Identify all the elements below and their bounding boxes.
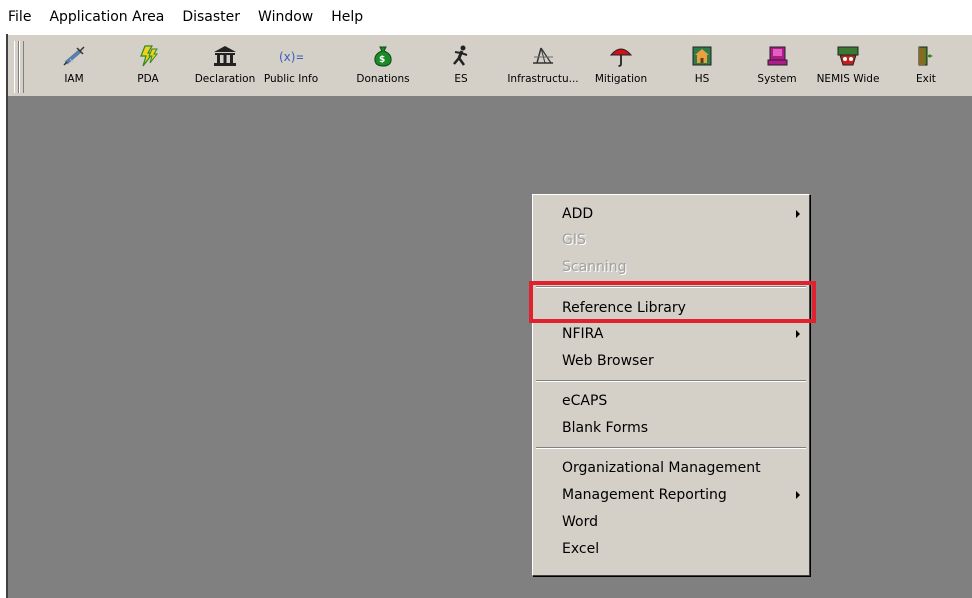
toolbar-button-system[interactable]: System <box>754 39 800 95</box>
toolbar-button-es[interactable]: ES <box>446 39 476 95</box>
menu-item-blank-forms[interactable]: Blank Forms <box>533 415 809 441</box>
toolbar-button-iam[interactable]: IAM <box>52 39 96 95</box>
toolbar-grip-secondary <box>19 41 24 93</box>
svg-text:$: $ <box>379 55 385 65</box>
toolbar-button-donations[interactable]: $ Donations <box>354 39 412 95</box>
menu-item-add[interactable]: ADD <box>533 201 809 227</box>
syringe-icon <box>63 46 85 66</box>
menu-item-label: Web Browser <box>562 353 654 369</box>
menu-item-scanning: Scanning <box>533 254 809 280</box>
toolbar-button-exit[interactable]: Exit <box>908 39 944 95</box>
toolbar-label-exit: Exit <box>916 73 936 85</box>
menu-file[interactable]: File <box>0 0 40 34</box>
svg-text:(x)=: (x)= <box>279 50 303 64</box>
menu-item-label: Management Reporting <box>562 487 727 503</box>
menu-item-nfira[interactable]: NFIRA <box>533 321 809 347</box>
menu-item-label: Blank Forms <box>562 420 649 436</box>
menu-disaster[interactable]: Disaster <box>173 0 249 34</box>
toolbar-button-mitigation[interactable]: Mitigation <box>590 39 652 95</box>
menu-item-gis: GIS <box>533 227 809 253</box>
submenu-arrow-icon <box>796 330 800 338</box>
formula-icon: (x)= <box>279 50 303 64</box>
toolbar-label-system: System <box>757 73 797 85</box>
submenu-arrow-icon <box>796 491 800 499</box>
menu-item-label: Scanning <box>562 259 627 275</box>
lightning-icon <box>140 45 159 67</box>
toolbar-label-nemis-wide: NEMIS Wide <box>816 73 880 85</box>
menu-item-word[interactable]: Word <box>533 509 809 535</box>
menu-item-label: GIS <box>562 232 586 248</box>
house-icon <box>692 46 712 66</box>
toolbar-label-donations: Donations <box>356 73 410 85</box>
menu-help[interactable]: Help <box>322 0 372 34</box>
menu-item-excel[interactable]: Excel <box>533 536 809 562</box>
toolbar-button-pda[interactable]: PDA <box>126 39 170 95</box>
toolbar: IAM PDA Declaration (x)= Public Info $ D… <box>8 34 972 98</box>
nemis-icon <box>837 46 859 66</box>
menu-item-label: eCAPS <box>562 393 608 409</box>
application-window: File Application Area Disaster Window He… <box>0 0 972 598</box>
highlight-annotation <box>529 281 816 323</box>
menu-item-label: Word <box>562 514 598 530</box>
toolbar-button-infrastructure[interactable]: Infrastructu... <box>506 39 580 95</box>
umbrella-icon <box>609 48 633 67</box>
context-menu: ADD GIS Scanning Reference Library NFIRA… <box>532 194 810 576</box>
toolbar-label-es: ES <box>454 73 468 85</box>
menu-window[interactable]: Window <box>249 0 322 34</box>
menu-item-management-reporting[interactable]: Management Reporting <box>533 482 809 508</box>
building-icon <box>214 46 236 66</box>
toolbar-label-infrastructure: Infrastructu... <box>507 73 579 85</box>
menu-item-label: NFIRA <box>562 326 604 342</box>
bridge-icon <box>533 47 553 64</box>
money-bag-icon: $ <box>374 46 392 67</box>
running-person-icon <box>453 45 468 66</box>
toolbar-button-declaration[interactable]: Declaration <box>194 39 256 95</box>
menu-separator <box>536 380 806 382</box>
submenu-arrow-icon <box>796 210 800 218</box>
menu-item-label: Organizational Management <box>562 460 761 476</box>
menu-item-web-browser[interactable]: Web Browser <box>533 348 809 374</box>
toolbar-label-hs: HS <box>694 73 710 85</box>
toolbar-label-declaration: Declaration <box>194 73 256 85</box>
menu-item-organizational-management[interactable]: Organizational Management <box>533 455 809 481</box>
menu-item-label: ADD <box>562 206 594 222</box>
mdi-workspace[interactable] <box>8 98 972 598</box>
computer-icon <box>767 46 788 66</box>
toolbar-button-nemis-wide[interactable]: NEMIS Wide <box>816 39 880 95</box>
menu-application-area[interactable]: Application Area <box>40 0 173 34</box>
toolbar-label-iam: IAM <box>64 73 84 85</box>
menu-item-label: Excel <box>562 541 600 557</box>
menu-item-ecaps[interactable]: eCAPS <box>533 388 809 414</box>
toolbar-label-pda: PDA <box>137 73 159 85</box>
toolbar-label-public-info: Public Info <box>263 73 319 85</box>
toolbar-label-mitigation: Mitigation <box>594 73 648 85</box>
exit-door-icon <box>918 46 933 66</box>
menu-separator <box>536 447 806 449</box>
toolbar-button-hs[interactable]: HS <box>684 39 720 95</box>
menu-bar: File Application Area Disaster Window He… <box>0 0 972 34</box>
toolbar-button-public-info[interactable]: (x)= Public Info <box>262 39 320 95</box>
